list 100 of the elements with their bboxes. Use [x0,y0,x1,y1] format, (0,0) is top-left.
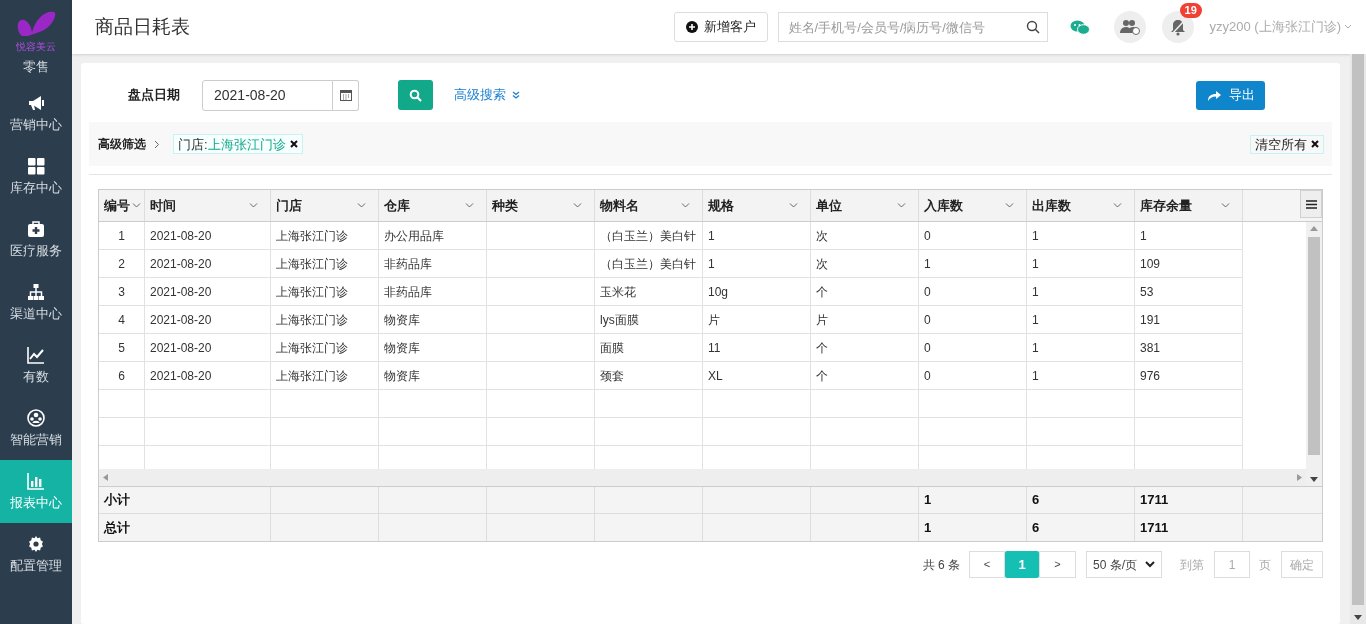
table-cell: 976 [1135,362,1243,389]
column-header[interactable]: 仓库 [379,190,487,221]
table-cell: 小计 [99,487,271,513]
sidebar-item[interactable]: 渠道中心 [0,271,72,334]
table-cell: 0 [919,306,1027,333]
table-cell: 非药品库 [379,250,487,277]
filter-tag[interactable]: 门店:上海张江门诊 [173,134,303,154]
table-cell: 办公用品库 [379,222,487,249]
column-header[interactable]: 物料名 [595,190,703,221]
table-cell: 381 [1135,334,1243,361]
table-cell: 颈套 [595,362,703,389]
next-page-button[interactable]: > [1039,551,1076,578]
close-icon [1311,140,1319,148]
search-icon [409,88,422,102]
table-cell: 片 [811,306,919,333]
table-cell: 上海张江门诊 [271,362,379,389]
chevron-down-icon [1145,561,1155,568]
table-cell: 2021-08-20 [145,334,271,361]
table-cell: 1 [703,222,811,249]
table-cell: 上海张江门诊 [271,250,379,277]
page-scrollbar[interactable] [1350,54,1366,624]
page-size-select[interactable]: 50 条/页 [1086,551,1162,578]
table-cell: 6 [99,362,145,389]
table-cell: 面膜 [595,334,703,361]
caret-icon [1344,24,1352,30]
table-cell: 109 [1135,250,1243,277]
column-header[interactable]: 时间 [145,190,271,221]
sidebar-item[interactable]: 智能营销 [0,397,72,460]
group-button[interactable] [1113,11,1146,43]
previous-page-button[interactable]: < [969,551,1005,578]
medical-kit-icon [27,220,45,238]
chevron-down-icon [789,203,798,208]
table-cell: 1 [703,250,811,277]
column-menu-button[interactable] [1300,190,1322,218]
sidebar-item[interactable]: 医疗服务 [0,208,72,271]
chevron-down-icon [249,203,258,208]
sidebar-item[interactable]: 有数 [0,334,72,397]
chevron-down-icon [897,203,906,208]
sidebar-item[interactable]: 零售 [0,52,72,82]
table-cell: 上海张江门诊 [271,306,379,333]
table-cell: 2021-08-20 [145,250,271,277]
scroll-down-icon [1310,477,1318,482]
table-cell: （白玉兰）美白针 [595,222,703,249]
horizontal-scrollbar[interactable] [99,469,1306,486]
table-cell: 物资库 [379,362,487,389]
table-cell: 玉米花 [595,278,703,305]
table-cell: 片 [703,306,811,333]
filter-label: 高级筛选 [98,136,146,153]
date-field[interactable]: 2021-08-20 [202,79,333,111]
share-arrow-icon [1206,89,1221,101]
table-cell: 6 [1027,487,1135,513]
export-button[interactable]: 导出 [1196,80,1265,110]
column-header[interactable]: 种类 [487,190,595,221]
table-cell: 4 [99,306,145,333]
table-cell: 2021-08-20 [145,306,271,333]
sidebar-item[interactable]: 配置管理 [0,523,72,586]
table-cell: lys面膜 [595,306,703,333]
table-cell: 3 [99,278,145,305]
sidebar-item[interactable]: 库存中心 [0,145,72,208]
sidebar-item[interactable]: 营销中心 [0,82,72,145]
table-cell: 次 [811,250,919,277]
table-cell: 1711 [1135,514,1243,541]
table-cell: 1 [919,487,1027,513]
clear-all-button[interactable]: 清空所有 [1250,134,1324,154]
column-header[interactable]: 单位 [811,190,919,221]
date-label: 盘点日期 [128,86,181,105]
plus-circle-icon [685,21,698,33]
calendar-button[interactable] [333,79,359,111]
page-title: 商品日耗表 [95,14,190,39]
search-button[interactable] [398,80,433,110]
table-cell: 物资库 [379,306,487,333]
advanced-search-link[interactable]: 高级搜索 [454,85,520,105]
vertical-scrollbar-thumb[interactable] [1308,237,1320,455]
table-cell: XL [703,362,811,389]
chat-icon[interactable] [1069,18,1090,36]
table-cell: 次 [811,222,919,249]
table-cell: 2021-08-20 [145,362,271,389]
table-cell: 1 [1027,222,1135,249]
chevron-down-icon [465,203,474,208]
table-cell: 个 [811,362,919,389]
column-header[interactable]: 出库数 [1027,190,1135,221]
hierarchy-icon [27,283,45,301]
table-cell: 上海张江门诊 [271,278,379,305]
calendar-icon [339,89,352,101]
column-header[interactable]: 规格 [703,190,811,221]
search-field[interactable]: 姓名/手机号/会员号/病历号/微信号 [777,12,1048,42]
table-cell: 1 [1027,306,1135,333]
team-icon [27,409,45,427]
chevron-down-icon [132,203,141,208]
table-cell: 2021-08-20 [145,222,271,249]
column-header[interactable]: 入库数 [919,190,1027,221]
table-cell: 1 [99,222,145,249]
column-header[interactable]: 编号 [99,190,145,221]
table-cell: （白玉兰）美白针 [595,250,703,277]
scroll-down-icon [1354,615,1362,620]
add-customer-button[interactable]: 新增客户 [673,12,768,42]
table-cell: 1 [1027,278,1135,305]
table-cell: 上海张江门诊 [271,334,379,361]
column-header[interactable]: 门店 [271,190,379,221]
table-cell: 总计 [99,514,271,541]
